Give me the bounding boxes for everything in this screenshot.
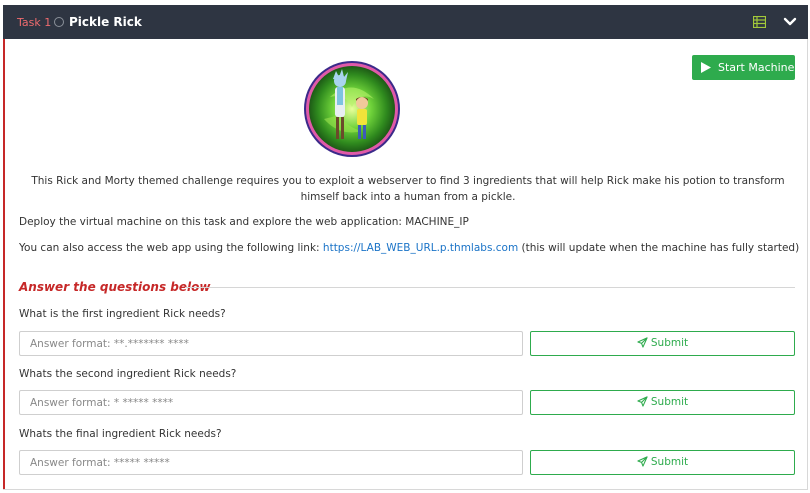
challenge-description: This Rick and Morty themed challenge req…	[31, 175, 785, 203]
play-icon	[701, 62, 711, 73]
question-1-text: What is the first ingredient Rick needs?	[19, 308, 226, 320]
access-suffix: (this will update when the machine has f…	[518, 242, 800, 254]
web-app-link[interactable]: https://LAB_WEB_URL.p.thmlabs.com	[323, 242, 518, 254]
paper-plane-icon	[637, 396, 648, 407]
access-prefix: You can also access the web app using th…	[19, 242, 323, 254]
task-number: Task 1	[17, 16, 52, 29]
answer-3-input[interactable]	[19, 450, 523, 475]
start-machine-label: Start Machine	[718, 61, 795, 74]
answer-2-input[interactable]	[19, 390, 523, 415]
chevron-down-icon[interactable]	[783, 17, 797, 27]
submit-2-label: Submit	[650, 396, 689, 408]
question-3-text: Whats the final ingredient Rick needs?	[19, 428, 222, 440]
submit-3-label: Submit	[650, 456, 689, 468]
submit-3-button[interactable]: Submit	[530, 450, 795, 475]
submit-2-button[interactable]: Submit	[530, 390, 795, 415]
task-title: Pickle Rick	[69, 15, 142, 29]
task-status-icon	[54, 17, 64, 27]
paper-plane-icon	[637, 456, 648, 467]
submit-1-label: Submit	[650, 337, 689, 349]
answer-section-title: Answer the questions below	[19, 280, 211, 294]
task-accent-bar	[3, 39, 5, 489]
task-header[interactable]: Task 1 Pickle Rick	[3, 5, 808, 39]
answer-1-input[interactable]	[19, 331, 523, 356]
deploy-instructions: Deploy the virtual machine on this task …	[19, 216, 469, 228]
paper-plane-icon	[637, 337, 648, 348]
section-divider	[185, 287, 795, 288]
question-2-text: Whats the second ingredient Rick needs?	[19, 368, 237, 380]
start-machine-button[interactable]: Start Machine	[692, 55, 795, 80]
list-icon[interactable]	[753, 16, 766, 28]
access-instructions: You can also access the web app using th…	[19, 242, 799, 254]
rick-and-morty-logo	[301, 58, 403, 160]
submit-1-button[interactable]: Submit	[530, 331, 795, 356]
